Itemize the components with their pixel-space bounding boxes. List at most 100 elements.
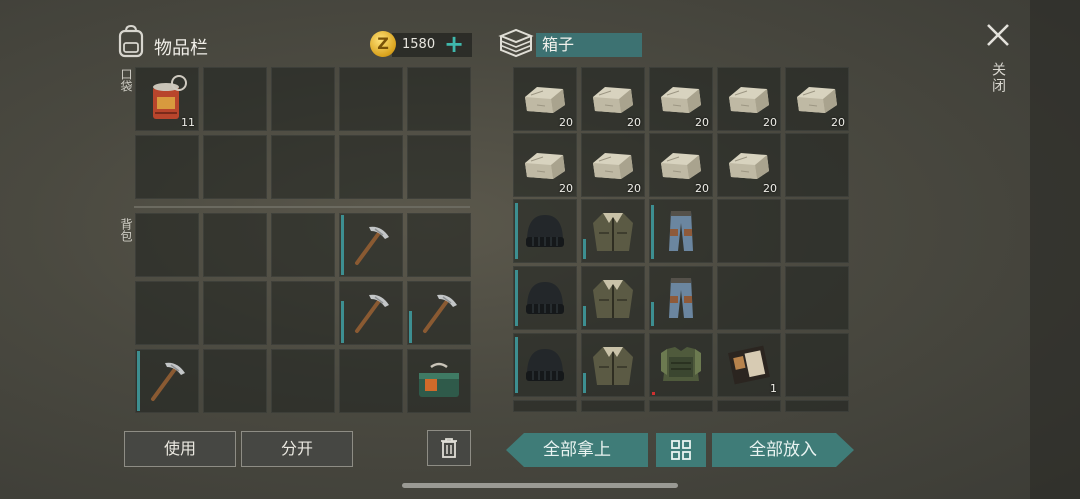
- empty-slot[interactable]: [407, 213, 471, 277]
- empty-slot[interactable]: [785, 199, 849, 263]
- empty-slot[interactable]: [339, 349, 403, 413]
- item-quantity: 20: [831, 116, 845, 129]
- add-currency-button[interactable]: +: [444, 31, 464, 57]
- item-slot[interactable]: [581, 266, 645, 330]
- currency-amount: 1580: [402, 37, 436, 52]
- durability-bar: [341, 215, 344, 275]
- empty-slot[interactable]: [407, 135, 471, 199]
- trash-button[interactable]: [427, 430, 471, 466]
- item-slot[interactable]: [339, 213, 403, 277]
- empty-slot[interactable]: [717, 400, 781, 412]
- use-button[interactable]: 使用: [124, 431, 236, 467]
- item-quantity: 1: [770, 382, 777, 395]
- empty-slot[interactable]: [785, 400, 849, 412]
- empty-slot[interactable]: [271, 349, 335, 413]
- pickaxe-icon: [355, 294, 389, 333]
- box-name-field[interactable]: 箱子: [536, 33, 642, 57]
- empty-slot[interactable]: [271, 135, 335, 199]
- empty-slot[interactable]: [271, 213, 335, 277]
- supply-crate-icon: [419, 362, 459, 397]
- close-icon[interactable]: [985, 22, 1011, 48]
- beanie-icon: [526, 215, 564, 247]
- empty-slot[interactable]: [513, 400, 577, 412]
- item-quantity: 20: [695, 182, 709, 195]
- trash-icon: [441, 438, 457, 458]
- grid-icon: [671, 440, 691, 460]
- inventory-title: 物品栏: [154, 38, 208, 59]
- empty-slot[interactable]: [581, 400, 645, 412]
- empty-slot[interactable]: [203, 349, 267, 413]
- item-slot[interactable]: 20: [513, 133, 577, 197]
- empty-slot[interactable]: [407, 67, 471, 131]
- item-slot[interactable]: [407, 281, 471, 345]
- item-quantity: 11: [181, 116, 195, 129]
- take-all-button[interactable]: 全部拿上: [506, 433, 648, 467]
- item-slot[interactable]: [407, 349, 471, 413]
- empty-slot[interactable]: [271, 67, 335, 131]
- item-slot[interactable]: 20: [513, 67, 577, 131]
- empty-slot[interactable]: [203, 135, 267, 199]
- durability-bar: [651, 302, 654, 326]
- put-all-button[interactable]: 全部放入: [712, 433, 854, 467]
- empty-slot[interactable]: [339, 135, 403, 199]
- empty-slot[interactable]: [271, 281, 335, 345]
- close-label[interactable]: 关闭: [988, 62, 1008, 94]
- item-slot[interactable]: [135, 349, 199, 413]
- home-indicator: [402, 483, 678, 488]
- item-slot[interactable]: [513, 199, 577, 263]
- durability-bar: [409, 311, 412, 343]
- empty-slot[interactable]: [135, 213, 199, 277]
- split-button[interactable]: 分开: [241, 431, 353, 467]
- empty-slot[interactable]: [785, 333, 849, 397]
- empty-slot[interactable]: [135, 135, 199, 199]
- empty-slot[interactable]: [203, 67, 267, 131]
- durability-bar: [583, 373, 586, 393]
- item-slot[interactable]: 20: [785, 67, 849, 131]
- item-slot[interactable]: 1: [717, 333, 781, 397]
- item-slot[interactable]: [513, 266, 577, 330]
- item-slot[interactable]: 11: [135, 67, 199, 131]
- durability-bar: [583, 306, 586, 326]
- durability-bar: [137, 351, 140, 411]
- backpack-icon: [118, 24, 144, 58]
- sort-button[interactable]: [656, 433, 706, 467]
- armor-vest-icon: [661, 347, 701, 381]
- item-slot[interactable]: [581, 199, 645, 263]
- coin-icon: Z: [370, 31, 396, 57]
- durability-bar: [651, 205, 654, 259]
- notebook-icon: [728, 345, 770, 385]
- section-divider: [134, 206, 470, 208]
- pants-icon: [669, 278, 693, 318]
- item-quantity: 20: [763, 116, 777, 129]
- item-slot[interactable]: [513, 333, 577, 397]
- item-slot[interactable]: 20: [717, 133, 781, 197]
- empty-slot[interactable]: [717, 266, 781, 330]
- empty-slot[interactable]: [785, 266, 849, 330]
- durability-bar: [515, 337, 518, 393]
- empty-slot[interactable]: [203, 213, 267, 277]
- item-slot[interactable]: [339, 281, 403, 345]
- empty-slot[interactable]: [785, 133, 849, 197]
- durability-bar: [515, 270, 518, 326]
- item-slot[interactable]: 20: [581, 133, 645, 197]
- item-slot[interactable]: [649, 333, 713, 397]
- right-edge-panel: [1030, 0, 1080, 499]
- beanie-icon: [526, 282, 564, 314]
- item-quantity: 20: [559, 182, 573, 195]
- empty-slot[interactable]: [339, 67, 403, 131]
- item-slot[interactable]: 20: [649, 67, 713, 131]
- empty-slot[interactable]: [203, 281, 267, 345]
- item-quantity: 20: [627, 182, 641, 195]
- item-slot[interactable]: [649, 199, 713, 263]
- item-slot[interactable]: 20: [717, 67, 781, 131]
- empty-slot[interactable]: [649, 400, 713, 412]
- item-slot[interactable]: 20: [649, 133, 713, 197]
- item-quantity: 20: [627, 116, 641, 129]
- backpack-label: 背包: [119, 218, 133, 242]
- empty-slot[interactable]: [135, 281, 199, 345]
- item-slot[interactable]: 20: [581, 67, 645, 131]
- item-quantity: 20: [763, 182, 777, 195]
- empty-slot[interactable]: [717, 199, 781, 263]
- item-slot[interactable]: [581, 333, 645, 397]
- item-slot[interactable]: [649, 266, 713, 330]
